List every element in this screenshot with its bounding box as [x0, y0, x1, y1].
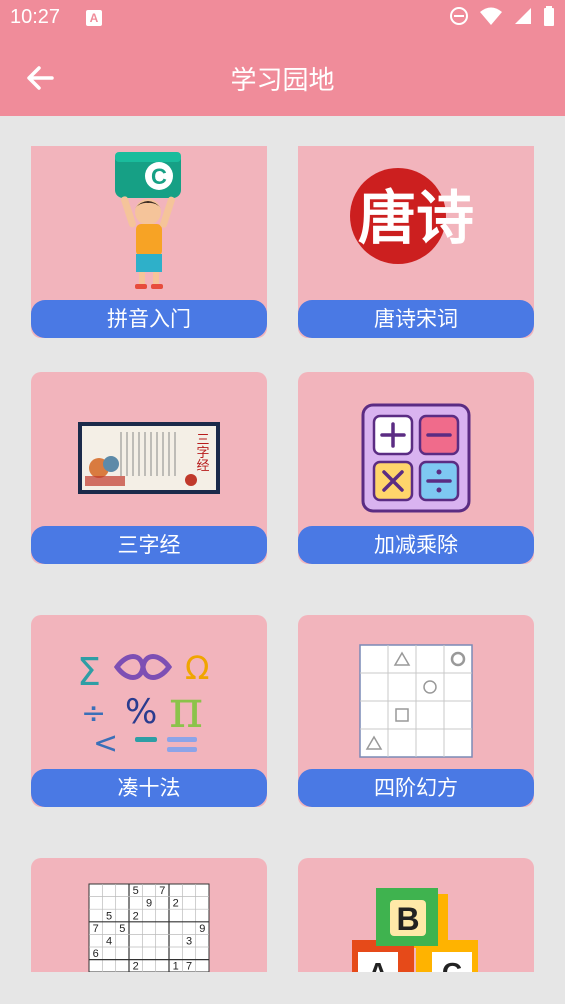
sudoku-digit: 6: [93, 948, 99, 960]
page-title: 学习园地: [230, 66, 335, 96]
sudoku-digit: 9: [199, 923, 205, 935]
block-letter-a: A: [368, 957, 388, 972]
wifi-icon: [480, 7, 502, 25]
card-label: 四阶幻方: [298, 769, 534, 807]
card-tang-poems[interactable]: 唐诗 唐诗宋词: [298, 146, 534, 338]
card-pinyin[interactable]: C 拼音入门: [31, 146, 267, 338]
svg-text:<: <: [93, 726, 118, 761]
sudoku-digit: 5: [133, 885, 139, 897]
magic-square-grid-icon: [298, 615, 534, 769]
card-label: 加减乘除: [298, 526, 534, 564]
status-bar: 10:27 A: [0, 0, 565, 38]
sudoku-digit: 2: [133, 961, 139, 972]
card-three-character-classic[interactable]: 三字经 三字经: [31, 372, 267, 564]
card-label: 三字经: [31, 526, 267, 564]
sudoku-digit: 5: [119, 923, 125, 935]
do-not-disturb-icon: [450, 7, 468, 25]
card-label: 拼音入门: [31, 300, 267, 338]
math-symbols-icon: Σ Ω ÷ % π <: [31, 615, 267, 769]
svg-text:π: π: [169, 680, 203, 740]
status-time: 10:27: [10, 6, 61, 28]
scrollbar[interactable]: [559, 116, 565, 972]
sudoku-digit: 9: [146, 898, 152, 910]
app-notification-icon: A: [86, 10, 102, 26]
app-bar: 学习园地: [0, 38, 565, 116]
status-icons: [449, 6, 555, 26]
card-label: 凑十法: [31, 769, 267, 807]
svg-text:Σ: Σ: [77, 650, 101, 694]
sudoku-digit: 4: [106, 936, 112, 948]
three-character-classic-scroll-icon: 三字经: [31, 372, 267, 526]
sudoku-digit: 7: [186, 961, 192, 972]
block-letter-c: C: [442, 957, 462, 972]
arithmetic-operators-icon: [298, 372, 534, 526]
scroll-text: 三字经: [194, 433, 210, 472]
sudoku-digit: 2: [133, 910, 139, 922]
sudoku-icon: 579252759436217: [31, 858, 267, 972]
sudoku-digit: 5: [106, 910, 112, 922]
tang-poem-seal-icon: 唐诗: [298, 146, 534, 300]
battery-icon: [544, 6, 554, 26]
block-letter-b: B: [396, 901, 419, 937]
sudoku-digit: 7: [159, 885, 165, 897]
cell-signal-icon: [515, 8, 531, 24]
sudoku-digit: 3: [186, 936, 192, 948]
seal-text: 唐诗: [358, 184, 474, 252]
sudoku-digit: 1: [173, 961, 179, 972]
card-magic-square[interactable]: 四阶幻方: [298, 615, 534, 807]
sudoku-digit: 7: [93, 923, 99, 935]
learning-module-grid: C 拼音入门 唐诗 唐诗宋词 三字经 三字经 加减乘除 Σ Ω ÷ % π < …: [0, 116, 565, 972]
card-label: 唐诗宋词: [298, 300, 534, 338]
pinyin-icon: C: [31, 146, 267, 300]
abc-blocks-icon: B A C: [298, 858, 534, 972]
pinyin-letter: C: [151, 164, 167, 189]
card-sudoku[interactable]: 579252759436217: [31, 858, 267, 972]
sudoku-digit: 2: [173, 898, 179, 910]
card-make-ten[interactable]: Σ Ω ÷ % π < 凑十法: [31, 615, 267, 807]
svg-text:%: %: [125, 692, 157, 732]
card-arithmetic[interactable]: 加减乘除: [298, 372, 534, 564]
card-abc-blocks[interactable]: B A C: [298, 858, 534, 972]
